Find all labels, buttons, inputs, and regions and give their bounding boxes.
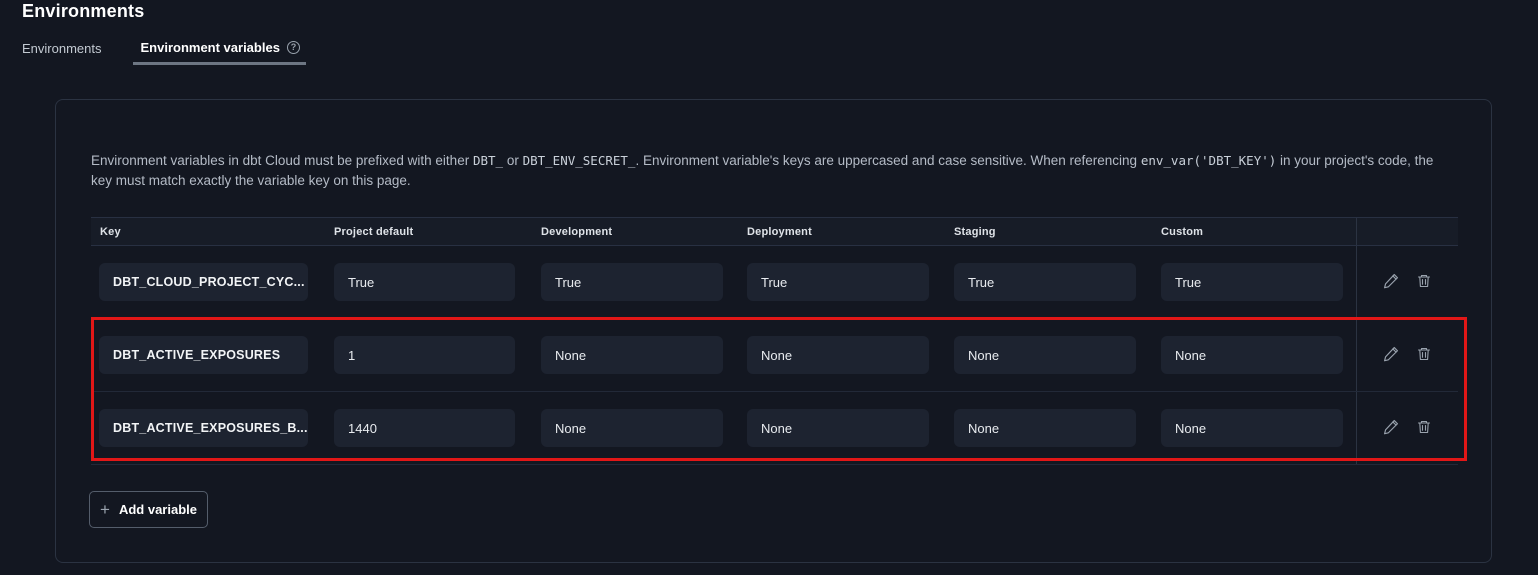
row-actions: [1356, 392, 1458, 464]
code-snippet: env_var('DBT_KEY'): [1141, 153, 1276, 168]
description-segment: or: [503, 153, 523, 168]
variable-value-field[interactable]: 1440: [334, 409, 515, 447]
column-header-project-default: Project default: [334, 226, 541, 238]
pencil-icon: [1383, 272, 1400, 292]
table-header-row: KeyProject defaultDevelopmentDeploymentS…: [91, 217, 1458, 246]
key-cell: DBT_ACTIVE_EXPOSURES: [91, 336, 334, 374]
variable-value-field[interactable]: None: [747, 409, 929, 447]
pencil-icon: [1383, 345, 1400, 365]
column-header-staging: Staging: [954, 226, 1161, 238]
delete-variable-button[interactable]: [1415, 273, 1433, 291]
trash-icon: [1416, 273, 1432, 292]
variables-table: KeyProject defaultDevelopmentDeploymentS…: [91, 217, 1458, 465]
description-text: Environment variables in dbt Cloud must …: [91, 151, 1456, 191]
value-cell: None: [1161, 336, 1356, 374]
value-cell: True: [1161, 263, 1356, 301]
table-row: DBT_CLOUD_PROJECT_CYC... True True True True…: [91, 246, 1458, 319]
variable-key-field[interactable]: DBT_ACTIVE_EXPOSURES_B...: [99, 409, 308, 447]
tab-environments[interactable]: Environments: [22, 41, 101, 65]
row-actions: [1356, 319, 1458, 391]
value-cell: None: [747, 336, 954, 374]
table-body: DBT_CLOUD_PROJECT_CYC... True True True True…: [91, 246, 1458, 465]
table-row: DBT_ACTIVE_EXPOSURES 1 None None None None: [91, 319, 1458, 392]
variable-value-field[interactable]: None: [1161, 336, 1343, 374]
help-icon[interactable]: ?: [287, 41, 300, 54]
value-cell: None: [954, 409, 1161, 447]
variable-key-field[interactable]: DBT_ACTIVE_EXPOSURES: [99, 336, 308, 374]
variable-value-field[interactable]: True: [954, 263, 1136, 301]
delete-variable-button[interactable]: [1415, 346, 1433, 364]
column-header-development: Development: [541, 226, 747, 238]
value-cell: 1440: [334, 409, 541, 447]
key-cell: DBT_CLOUD_PROJECT_CYC...: [91, 263, 334, 301]
column-header-key: Key: [91, 226, 334, 238]
variable-value-field[interactable]: True: [747, 263, 929, 301]
trash-icon: [1416, 419, 1432, 438]
value-cell: 1: [334, 336, 541, 374]
pencil-icon: [1383, 418, 1400, 438]
variable-value-field[interactable]: True: [334, 263, 515, 301]
value-cell: True: [541, 263, 747, 301]
variable-value-field[interactable]: None: [954, 336, 1136, 374]
value-cell: None: [747, 409, 954, 447]
value-cell: True: [747, 263, 954, 301]
column-header-actions: [1356, 218, 1458, 245]
column-header-deployment: Deployment: [747, 226, 954, 238]
delete-variable-button[interactable]: [1415, 419, 1433, 437]
value-cell: True: [954, 263, 1161, 301]
code-snippet: DBT_ENV_SECRET_: [523, 153, 636, 168]
value-cell: None: [541, 336, 747, 374]
tab-bar: Environments Environment variables ?: [22, 40, 306, 65]
code-snippet: DBT_: [473, 153, 503, 168]
table-row: DBT_ACTIVE_EXPOSURES_B... 1440 None None Non…: [91, 392, 1458, 465]
variable-value-field[interactable]: None: [541, 336, 723, 374]
variable-value-field[interactable]: None: [541, 409, 723, 447]
variable-value-field[interactable]: None: [1161, 409, 1343, 447]
row-actions: [1356, 246, 1458, 318]
environment-variables-card: Environment variables in dbt Cloud must …: [55, 99, 1492, 563]
add-variable-label: Add variable: [119, 502, 197, 517]
edit-variable-button[interactable]: [1383, 419, 1401, 437]
description-segment: Environment variables in dbt Cloud must …: [91, 153, 473, 168]
add-variable-button[interactable]: + Add variable: [89, 491, 208, 528]
description-segment: . Environment variable's keys are upperc…: [635, 153, 1140, 168]
tab-environment-variables[interactable]: Environment variables ?: [133, 40, 305, 65]
variable-key-field[interactable]: DBT_CLOUD_PROJECT_CYC...: [99, 263, 308, 301]
variable-value-field[interactable]: True: [541, 263, 723, 301]
edit-variable-button[interactable]: [1383, 273, 1401, 291]
column-header-custom: Custom: [1161, 226, 1356, 238]
tab-environment-variables-label: Environment variables: [140, 40, 279, 55]
page-title: Environments: [22, 1, 144, 22]
tab-environments-label: Environments: [22, 41, 101, 56]
value-cell: True: [334, 263, 541, 301]
value-cell: None: [1161, 409, 1356, 447]
variable-value-field[interactable]: True: [1161, 263, 1343, 301]
value-cell: None: [954, 336, 1161, 374]
key-cell: DBT_ACTIVE_EXPOSURES_B...: [91, 409, 334, 447]
variable-value-field[interactable]: None: [954, 409, 1136, 447]
variable-value-field[interactable]: 1: [334, 336, 515, 374]
plus-icon: +: [100, 501, 110, 518]
trash-icon: [1416, 346, 1432, 365]
value-cell: None: [541, 409, 747, 447]
edit-variable-button[interactable]: [1383, 346, 1401, 364]
variable-value-field[interactable]: None: [747, 336, 929, 374]
